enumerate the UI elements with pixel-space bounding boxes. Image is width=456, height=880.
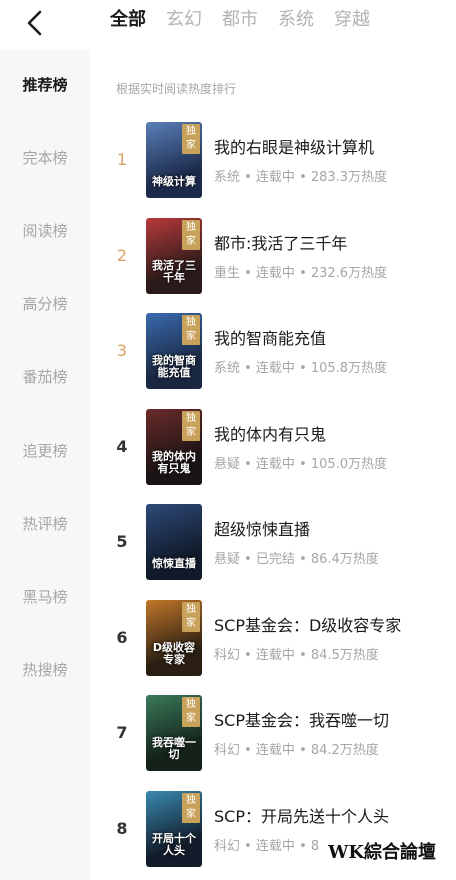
sidebar-item-hot-search[interactable]: 热搜榜 bbox=[0, 659, 90, 680]
list-subtitle: 根据实时阅读热度排行 bbox=[116, 82, 237, 96]
book-title[interactable]: SCP：开局先送十个人头 bbox=[214, 803, 389, 827]
top-bar: 全部 玄幻 都市 系统 穿越 bbox=[0, 0, 456, 50]
category-tabs: 全部 玄幻 都市 系统 穿越 bbox=[110, 0, 390, 50]
sidebar-item-hot-review[interactable]: 热评榜 bbox=[0, 513, 90, 534]
sidebar-item-recommend[interactable]: 推荐榜 bbox=[0, 74, 90, 95]
cover-title-text: 我的智商能充值 bbox=[152, 354, 196, 379]
tab-xuanhuan[interactable]: 玄幻 bbox=[166, 0, 202, 50]
book-title[interactable]: SCP基金会：D级收容专家 bbox=[214, 612, 401, 636]
cover-title-text: 神级计算 bbox=[152, 175, 196, 188]
book-cover[interactable]: 我活了三千年 独家 bbox=[146, 217, 202, 294]
rank-number: 1 bbox=[116, 150, 128, 169]
sidebar-item-follow[interactable]: 追更榜 bbox=[0, 440, 90, 461]
book-meta: 悬疑 • 已完结 • 86.4万热度 bbox=[214, 552, 379, 567]
rank-number: 4 bbox=[116, 436, 128, 456]
ranking-list: 根据实时阅读热度排行 1 神级计算 独家 我的右眼是神级计算机 系统 • 连载中 • 2… bbox=[90, 50, 456, 880]
book-meta: 科幻 • 连载中 • 84.2万热度 bbox=[214, 743, 379, 758]
book-title[interactable]: SCP基金会：我吞噬一切 bbox=[214, 707, 389, 731]
book-cover[interactable]: 神级计算 独家 bbox=[146, 122, 202, 198]
exclusive-badge: 独家 bbox=[182, 219, 200, 250]
book-meta: 科幻 • 连载中 • 84.5万热度 bbox=[214, 647, 379, 663]
chevron-left-icon[interactable] bbox=[22, 8, 48, 38]
cover-title-text: 惊悚直播 bbox=[152, 557, 196, 570]
rank-number: 5 bbox=[116, 532, 128, 551]
book-cover[interactable]: D级收容专家 独家 bbox=[146, 599, 202, 676]
tab-chuanyue[interactable]: 穿越 bbox=[334, 0, 370, 50]
exclusive-badge: 独家 bbox=[182, 601, 200, 632]
book-row[interactable]: 5 惊悚直播 超级惊悚直播悬疑 • 已完结 • 86.4万热度 bbox=[90, 504, 456, 584]
book-row[interactable]: 2 我活了三千年 独家 都市:我活了三千年重生 • 连载中 • 232.6万热度 bbox=[90, 217, 456, 298]
cover-title-text: 开局十个人头 bbox=[152, 831, 196, 857]
tab-all[interactable]: 全部 bbox=[110, 0, 146, 50]
book-cover[interactable]: 我的智商能充值 独家 bbox=[146, 313, 202, 389]
book-title[interactable]: 我的体内有只鬼 bbox=[214, 421, 326, 445]
book-meta: 系统 • 连载中 • 105.8万热度 bbox=[214, 361, 388, 376]
exclusive-badge: 独家 bbox=[182, 792, 200, 823]
exclusive-badge: 独家 bbox=[182, 124, 200, 154]
book-cover[interactable]: 开局十个人头 独家 bbox=[146, 790, 202, 867]
rank-number: 8 bbox=[116, 818, 128, 838]
rank-number: 3 bbox=[116, 341, 128, 360]
sidebar-item-fanqie[interactable]: 番茄榜 bbox=[0, 366, 90, 387]
book-meta: 悬疑 • 连载中 • 105.0万热度 bbox=[214, 456, 388, 472]
cover-title-text: 我活了三千年 bbox=[152, 258, 196, 284]
book-title[interactable]: 都市:我活了三千年 bbox=[214, 230, 347, 254]
sidebar-item-dark-horse[interactable]: 黑马榜 bbox=[0, 586, 90, 607]
ranking-sidebar: 推荐榜 完本榜 阅读榜 高分榜 番茄榜 追更榜 热评榜 黑马榜 热搜榜 bbox=[0, 50, 90, 880]
cover-title-text: 我吞噬一切 bbox=[152, 736, 196, 761]
sidebar-item-reading[interactable]: 阅读榜 bbox=[0, 220, 90, 241]
sidebar-item-completed[interactable]: 完本榜 bbox=[0, 147, 90, 168]
book-title[interactable]: 超级惊悚直播 bbox=[214, 516, 310, 540]
rank-number: 2 bbox=[116, 245, 128, 265]
cover-title-text: D级收容专家 bbox=[152, 640, 196, 666]
watermark: WK綜合論壇 bbox=[324, 836, 440, 866]
rank-number: 7 bbox=[116, 723, 128, 742]
book-title[interactable]: 我的右眼是神级计算机 bbox=[214, 134, 374, 158]
book-row[interactable]: 4 我的体内有只鬼 独家 我的体内有只鬼 悬疑 • 连载中 • 105.0万热度 bbox=[90, 408, 456, 489]
exclusive-badge: 独家 bbox=[182, 697, 200, 727]
book-cover[interactable]: 惊悚直播 bbox=[146, 504, 202, 580]
book-meta: 系统 • 连载中 • 283.3万热度 bbox=[214, 170, 388, 185]
book-title[interactable]: 我的智商能充值 bbox=[214, 325, 326, 349]
tab-dushi[interactable]: 都市 bbox=[222, 0, 258, 50]
sidebar-item-high-score[interactable]: 高分榜 bbox=[0, 293, 90, 314]
book-meta: 科幻 • 连载中 • 8 bbox=[214, 838, 320, 854]
book-meta: 重生 • 连载中 • 232.6万热度 bbox=[214, 265, 388, 281]
book-cover[interactable]: 我吞噬一切 独家 bbox=[146, 695, 202, 771]
book-cover[interactable]: 我的体内有只鬼 独家 bbox=[146, 408, 202, 485]
book-row[interactable]: 1 神级计算 独家 我的右眼是神级计算机系统 • 连载中 • 283.3万热度 bbox=[90, 122, 456, 202]
book-row[interactable]: 6 D级收容专家 独家 SCP基金会：D级收容专家科幻 • 连载中 • 84.5万热度 bbox=[90, 599, 456, 680]
exclusive-badge: 独家 bbox=[182, 410, 200, 441]
book-row[interactable]: 3 我的智商能充值 独家 我的智商能充值 系统 • 连载中 • 105.8万热度 bbox=[90, 313, 456, 393]
rank-number: 6 bbox=[116, 627, 128, 647]
book-row[interactable]: 7 我吞噬一切 独家 SCP基金会：我吞噬一切科幻 • 连载中 • 84.2万热度 bbox=[90, 695, 456, 775]
tab-xitong[interactable]: 系统 bbox=[278, 0, 314, 50]
cover-title-text: 我的体内有只鬼 bbox=[152, 449, 196, 475]
exclusive-badge: 独家 bbox=[182, 315, 200, 345]
